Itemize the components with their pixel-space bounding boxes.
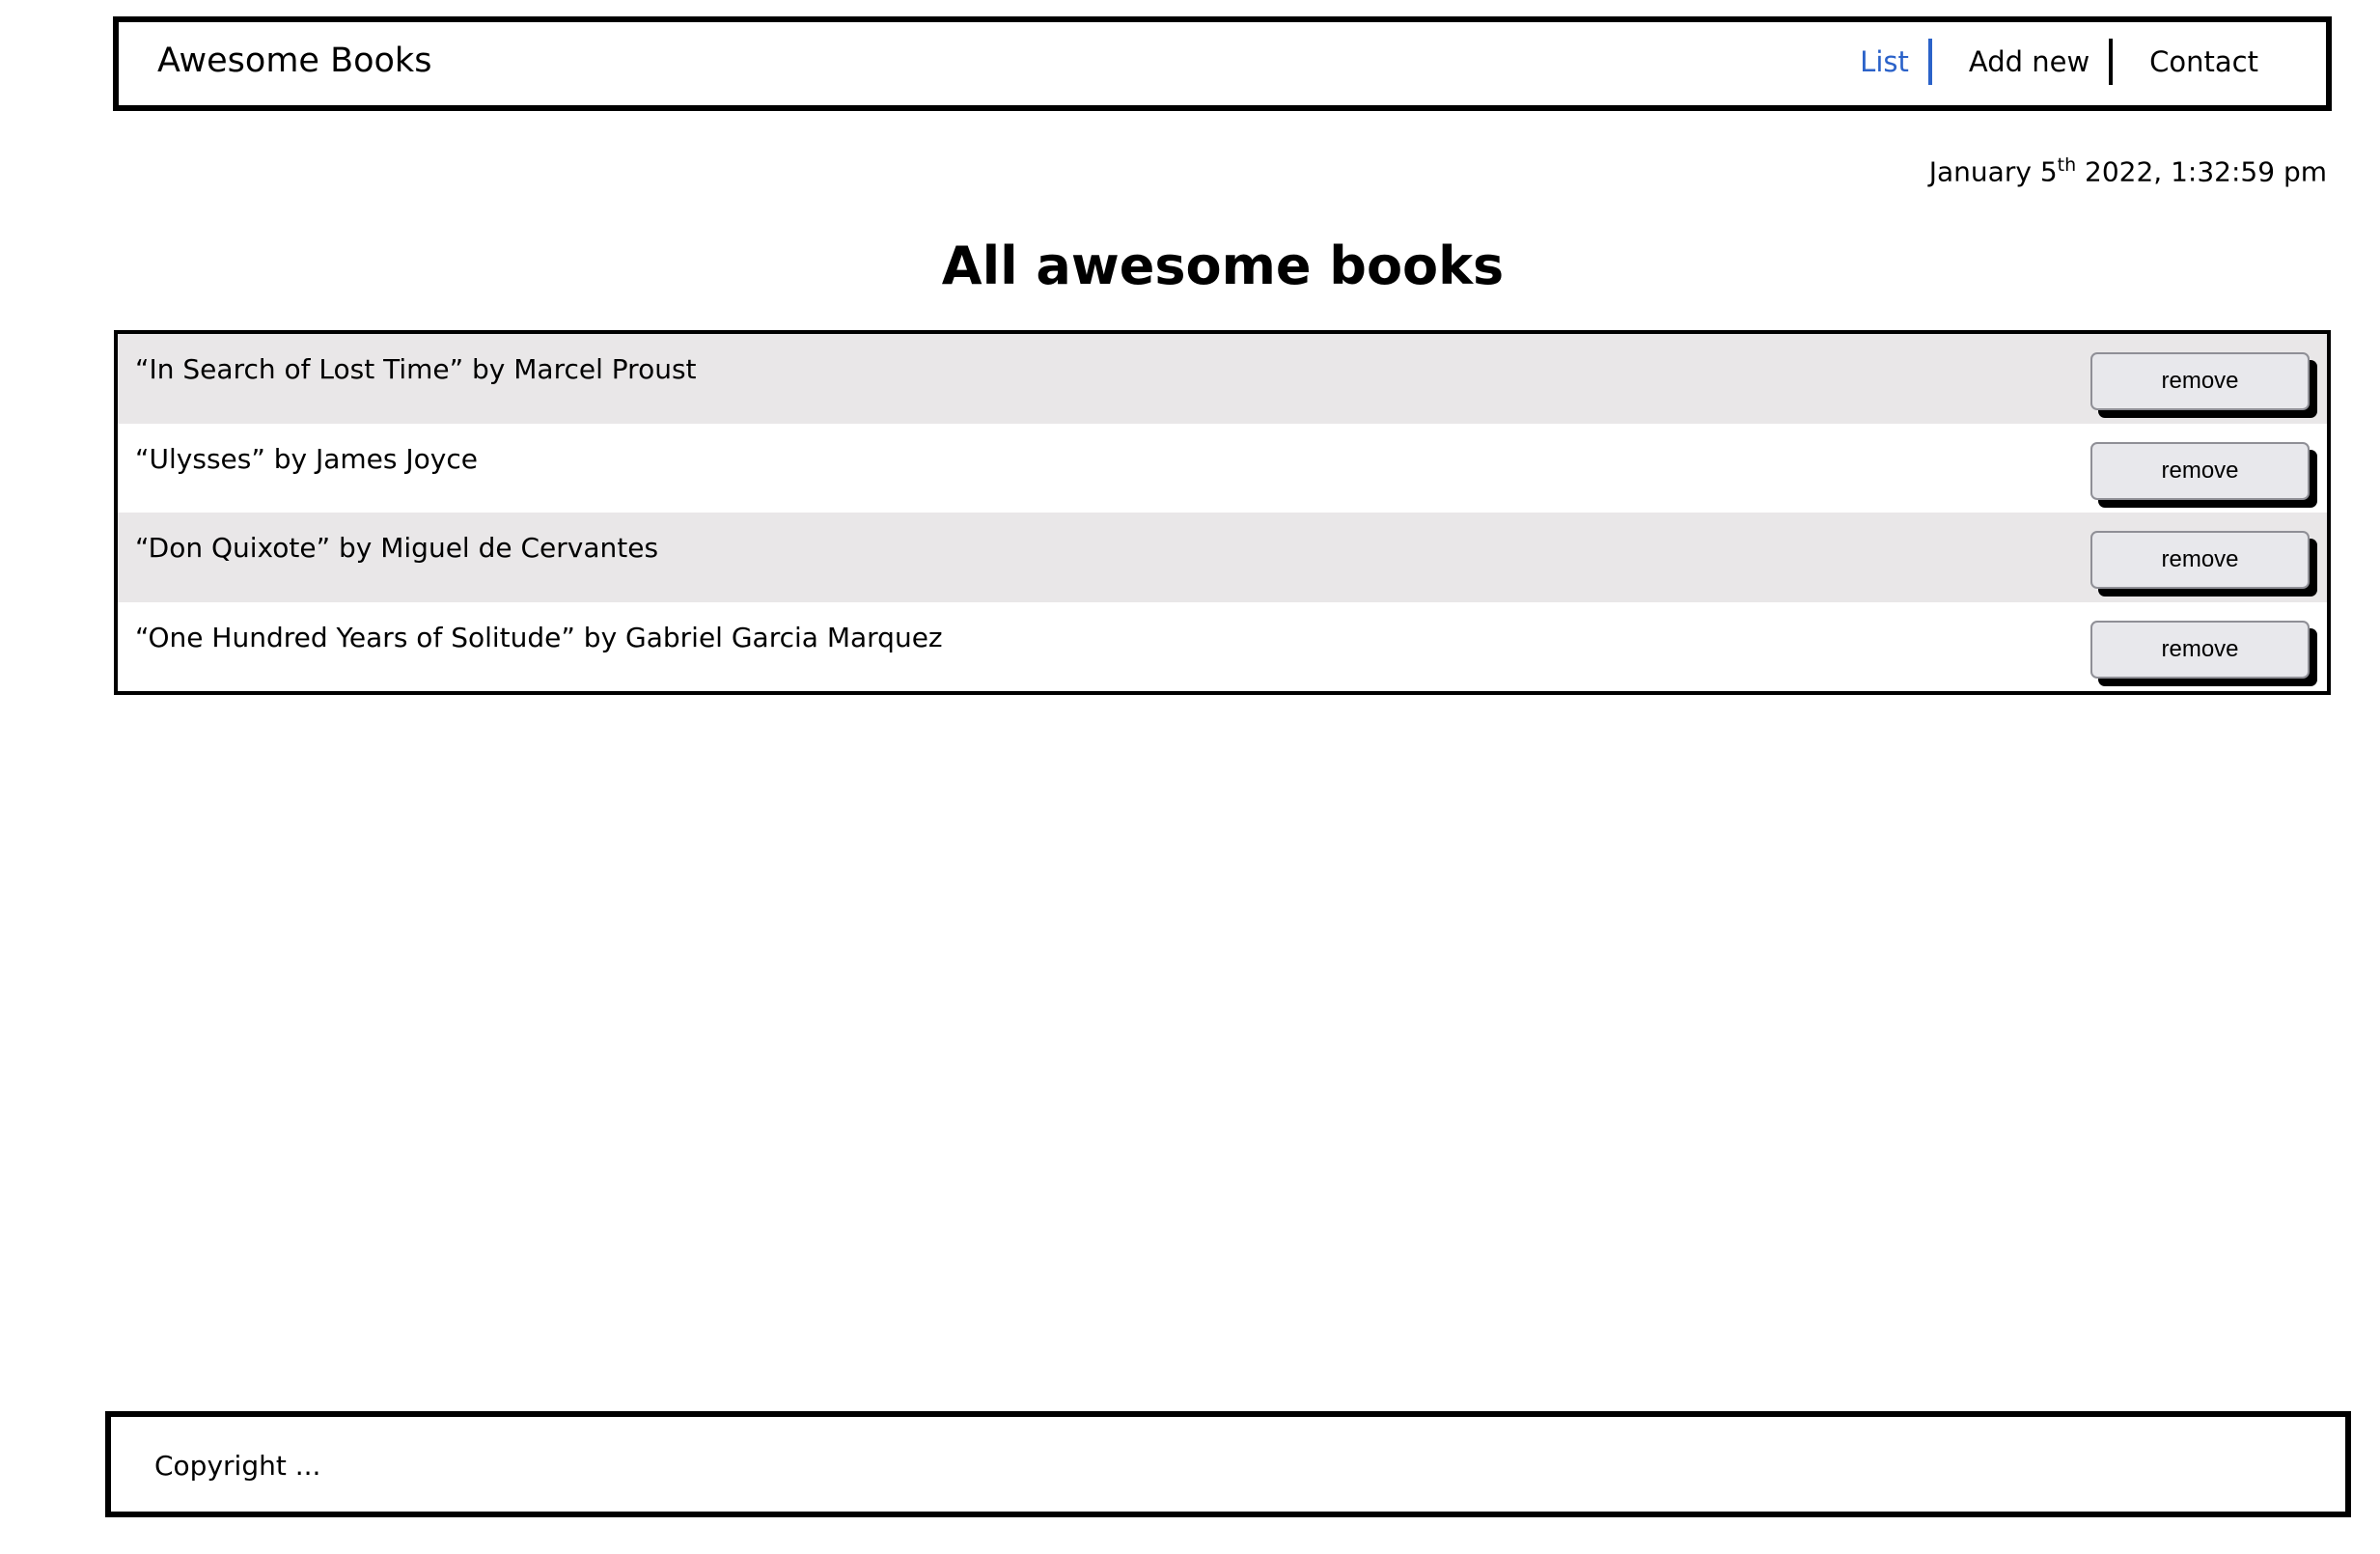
page-title: All awesome books — [941, 236, 1505, 296]
book-list: “In Search of Lost Time” by Marcel Prous… — [114, 330, 2331, 695]
book-title: “One Hundred Years of Solitude” by Gabri… — [135, 621, 943, 653]
remove-button[interactable]: remove — [2090, 531, 2310, 589]
brand-title: Awesome Books — [157, 42, 432, 80]
remove-button[interactable]: remove — [2090, 620, 2310, 679]
date-day: January 5 — [1928, 155, 2058, 188]
book-row: “Don Quixote” by Miguel de Cervantes remo… — [118, 513, 2327, 602]
book-title: “Ulysses” by James Joyce — [135, 442, 478, 475]
book-row: “Ulysses” by James Joyce remove — [118, 424, 2327, 513]
book-row: “In Search of Lost Time” by Marcel Prous… — [118, 334, 2327, 424]
date-ordinal: th — [2057, 154, 2077, 176]
site-footer: Copyright ... — [105, 1411, 2351, 1517]
remove-button[interactable]: remove — [2090, 352, 2310, 410]
current-date: January 5th 2022, 1:32:59 pm — [1929, 154, 2327, 187]
book-row: “One Hundred Years of Solitude” by Gabri… — [118, 602, 2327, 692]
book-title: “In Search of Lost Time” by Marcel Prous… — [135, 353, 697, 385]
nav-list[interactable]: List — [1860, 38, 1928, 86]
nav-add-new[interactable]: Add new — [1932, 38, 2109, 86]
remove-button[interactable]: remove — [2090, 441, 2310, 500]
copyright-text: Copyright ... — [154, 1450, 321, 1482]
book-title: “Don Quixote” by Miguel de Cervantes — [135, 532, 659, 564]
main-nav: List Add new Contact — [1860, 38, 2258, 86]
nav-contact[interactable]: Contact — [2113, 38, 2258, 86]
date-time: 2022, 1:32:59 pm — [2076, 155, 2327, 188]
site-header: Awesome Books List Add new Contact — [113, 16, 2332, 111]
